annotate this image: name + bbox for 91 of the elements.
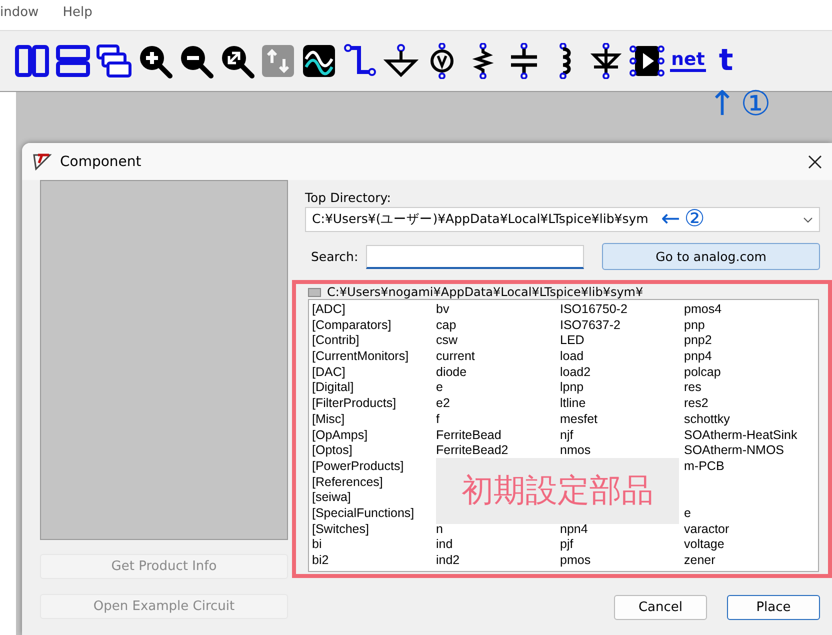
list-item[interactable]: nmos [560, 443, 591, 458]
list-item[interactable]: LED [560, 333, 584, 348]
list-item[interactable]: [CurrentMonitors] [312, 349, 409, 364]
list-item[interactable]: e [436, 380, 443, 394]
list-item[interactable]: load2 [560, 364, 591, 379]
list-item[interactable]: cap [436, 318, 456, 332]
list-item[interactable]: res2 [684, 396, 708, 410]
list-item[interactable]: [Switches] [312, 522, 369, 536]
list-item[interactable]: [DAC] [312, 364, 346, 379]
list-item[interactable]: SOAtherm-NMOS [684, 443, 784, 458]
app-logo-icon [32, 152, 52, 170]
list-item[interactable]: schottky [684, 412, 730, 426]
list-item[interactable]: ltline [560, 396, 586, 410]
list-item[interactable]: diode [436, 364, 467, 379]
list-item[interactable]: [FilterProducts] [312, 396, 396, 410]
list-item[interactable]: mesfet [560, 412, 598, 426]
annotation-label: 初期設定部品 [436, 458, 679, 524]
text-button[interactable]: t [711, 45, 741, 77]
website-button[interactable]: Go to analog.com [602, 243, 820, 270]
list-item[interactable]: varactor [684, 522, 730, 536]
list-item[interactable]: bv [436, 302, 450, 316]
close-icon[interactable] [808, 154, 822, 168]
cancel-button[interactable]: Cancel [614, 595, 707, 620]
list-item[interactable]: SOAtherm-HeatSink [684, 428, 798, 442]
component-chip-icon[interactable] [629, 43, 665, 79]
annotation-arrow: ↑ [708, 86, 736, 122]
field-label: Top Directory: [305, 190, 391, 205]
net-label-button[interactable]: net [670, 50, 706, 72]
list-item[interactable]: [Digital] [312, 380, 354, 394]
list-item[interactable]: e2 [436, 396, 450, 410]
annotation-number: ① [740, 86, 771, 122]
list-item[interactable]: [seiwa] [312, 490, 351, 504]
zoom-out-icon[interactable] [178, 43, 214, 79]
list-item[interactable]: pnp4 [684, 349, 712, 364]
list-item[interactable]: FerriteBead2 [436, 443, 508, 458]
folder-path: C:¥Users¥nogami¥AppData¥Local¥LTspice¥lib¥sym¥ [327, 284, 644, 298]
list-item[interactable]: pmos4 [684, 302, 722, 316]
list-item[interactable]: e [684, 506, 691, 520]
list-item[interactable]: [Misc] [312, 412, 345, 426]
list-item[interactable]: pnp2 [684, 333, 712, 348]
directory-dropdown[interactable]: C:¥Users¥(ユーザー)¥AppData¥Local¥LTspice¥lib¥sym ← ② [305, 207, 820, 232]
list-item[interactable]: ISO7637-2 [560, 318, 620, 332]
list-item[interactable]: current [436, 349, 475, 364]
list-item[interactable]: bi2 [312, 553, 329, 567]
list-item[interactable]: ind [436, 537, 453, 552]
list-item[interactable]: n [436, 522, 443, 536]
folder-icon [308, 286, 321, 296]
list-item[interactable]: ISO16750-2 [560, 302, 628, 316]
search-field[interactable] [366, 244, 584, 268]
field-label: Search: [310, 249, 360, 264]
list-item[interactable]: [PowerProducts] [312, 458, 404, 473]
list-item[interactable]: pmos [560, 553, 591, 567]
list-item[interactable]: polcap [684, 364, 721, 379]
list-item[interactable]: ind2 [436, 553, 460, 567]
menu-item[interactable]: Help [62, 4, 92, 20]
list-item[interactable]: [Comparators] [312, 318, 392, 332]
list-item[interactable]: [Contrib] [312, 333, 360, 348]
zoom-in-icon[interactable] [137, 43, 173, 79]
list-item[interactable]: lpnp [560, 380, 584, 394]
list-item[interactable]: m-PCB [684, 458, 724, 473]
wire-icon[interactable] [342, 43, 378, 79]
zoom-fit-icon[interactable] [219, 43, 255, 79]
tile-vertical-icon[interactable] [14, 43, 50, 79]
list-item[interactable]: [References] [312, 474, 383, 489]
ground-icon[interactable] [383, 43, 419, 79]
list-item[interactable]: FerriteBead [436, 428, 502, 442]
list-item[interactable]: npn4 [560, 522, 588, 536]
cascade-windows-icon[interactable] [96, 43, 132, 79]
menu-item[interactable]: indow [0, 4, 39, 20]
list-item[interactable]: pnp [684, 318, 705, 332]
list-item[interactable]: bi [312, 537, 322, 552]
tile-horizontal-icon[interactable] [55, 43, 91, 79]
chevron-down-icon [803, 216, 813, 222]
list-item[interactable]: voltage [684, 537, 724, 552]
annotation-arrow: ← [661, 208, 680, 231]
place-button[interactable]: Place [727, 595, 820, 620]
list-item[interactable]: csw [436, 333, 458, 348]
diode-icon[interactable] [588, 43, 624, 79]
list-item[interactable]: [ADC] [312, 302, 346, 316]
waveform-icon[interactable] [301, 43, 337, 79]
list-item[interactable]: [Optos] [312, 443, 352, 458]
list-item[interactable]: res [684, 380, 702, 394]
list-item[interactable]: [OpAmps] [312, 428, 368, 442]
list-item[interactable]: [SpecialFunctions] [312, 506, 414, 520]
list-item[interactable]: zener [684, 553, 716, 567]
list-item[interactable]: pjf [560, 537, 574, 552]
dialog-title: Component [60, 154, 142, 170]
annotation-number: ② [684, 208, 705, 231]
list-item[interactable]: f [436, 412, 440, 426]
list-item[interactable]: load [560, 349, 584, 364]
list-item[interactable]: njf [560, 428, 574, 442]
